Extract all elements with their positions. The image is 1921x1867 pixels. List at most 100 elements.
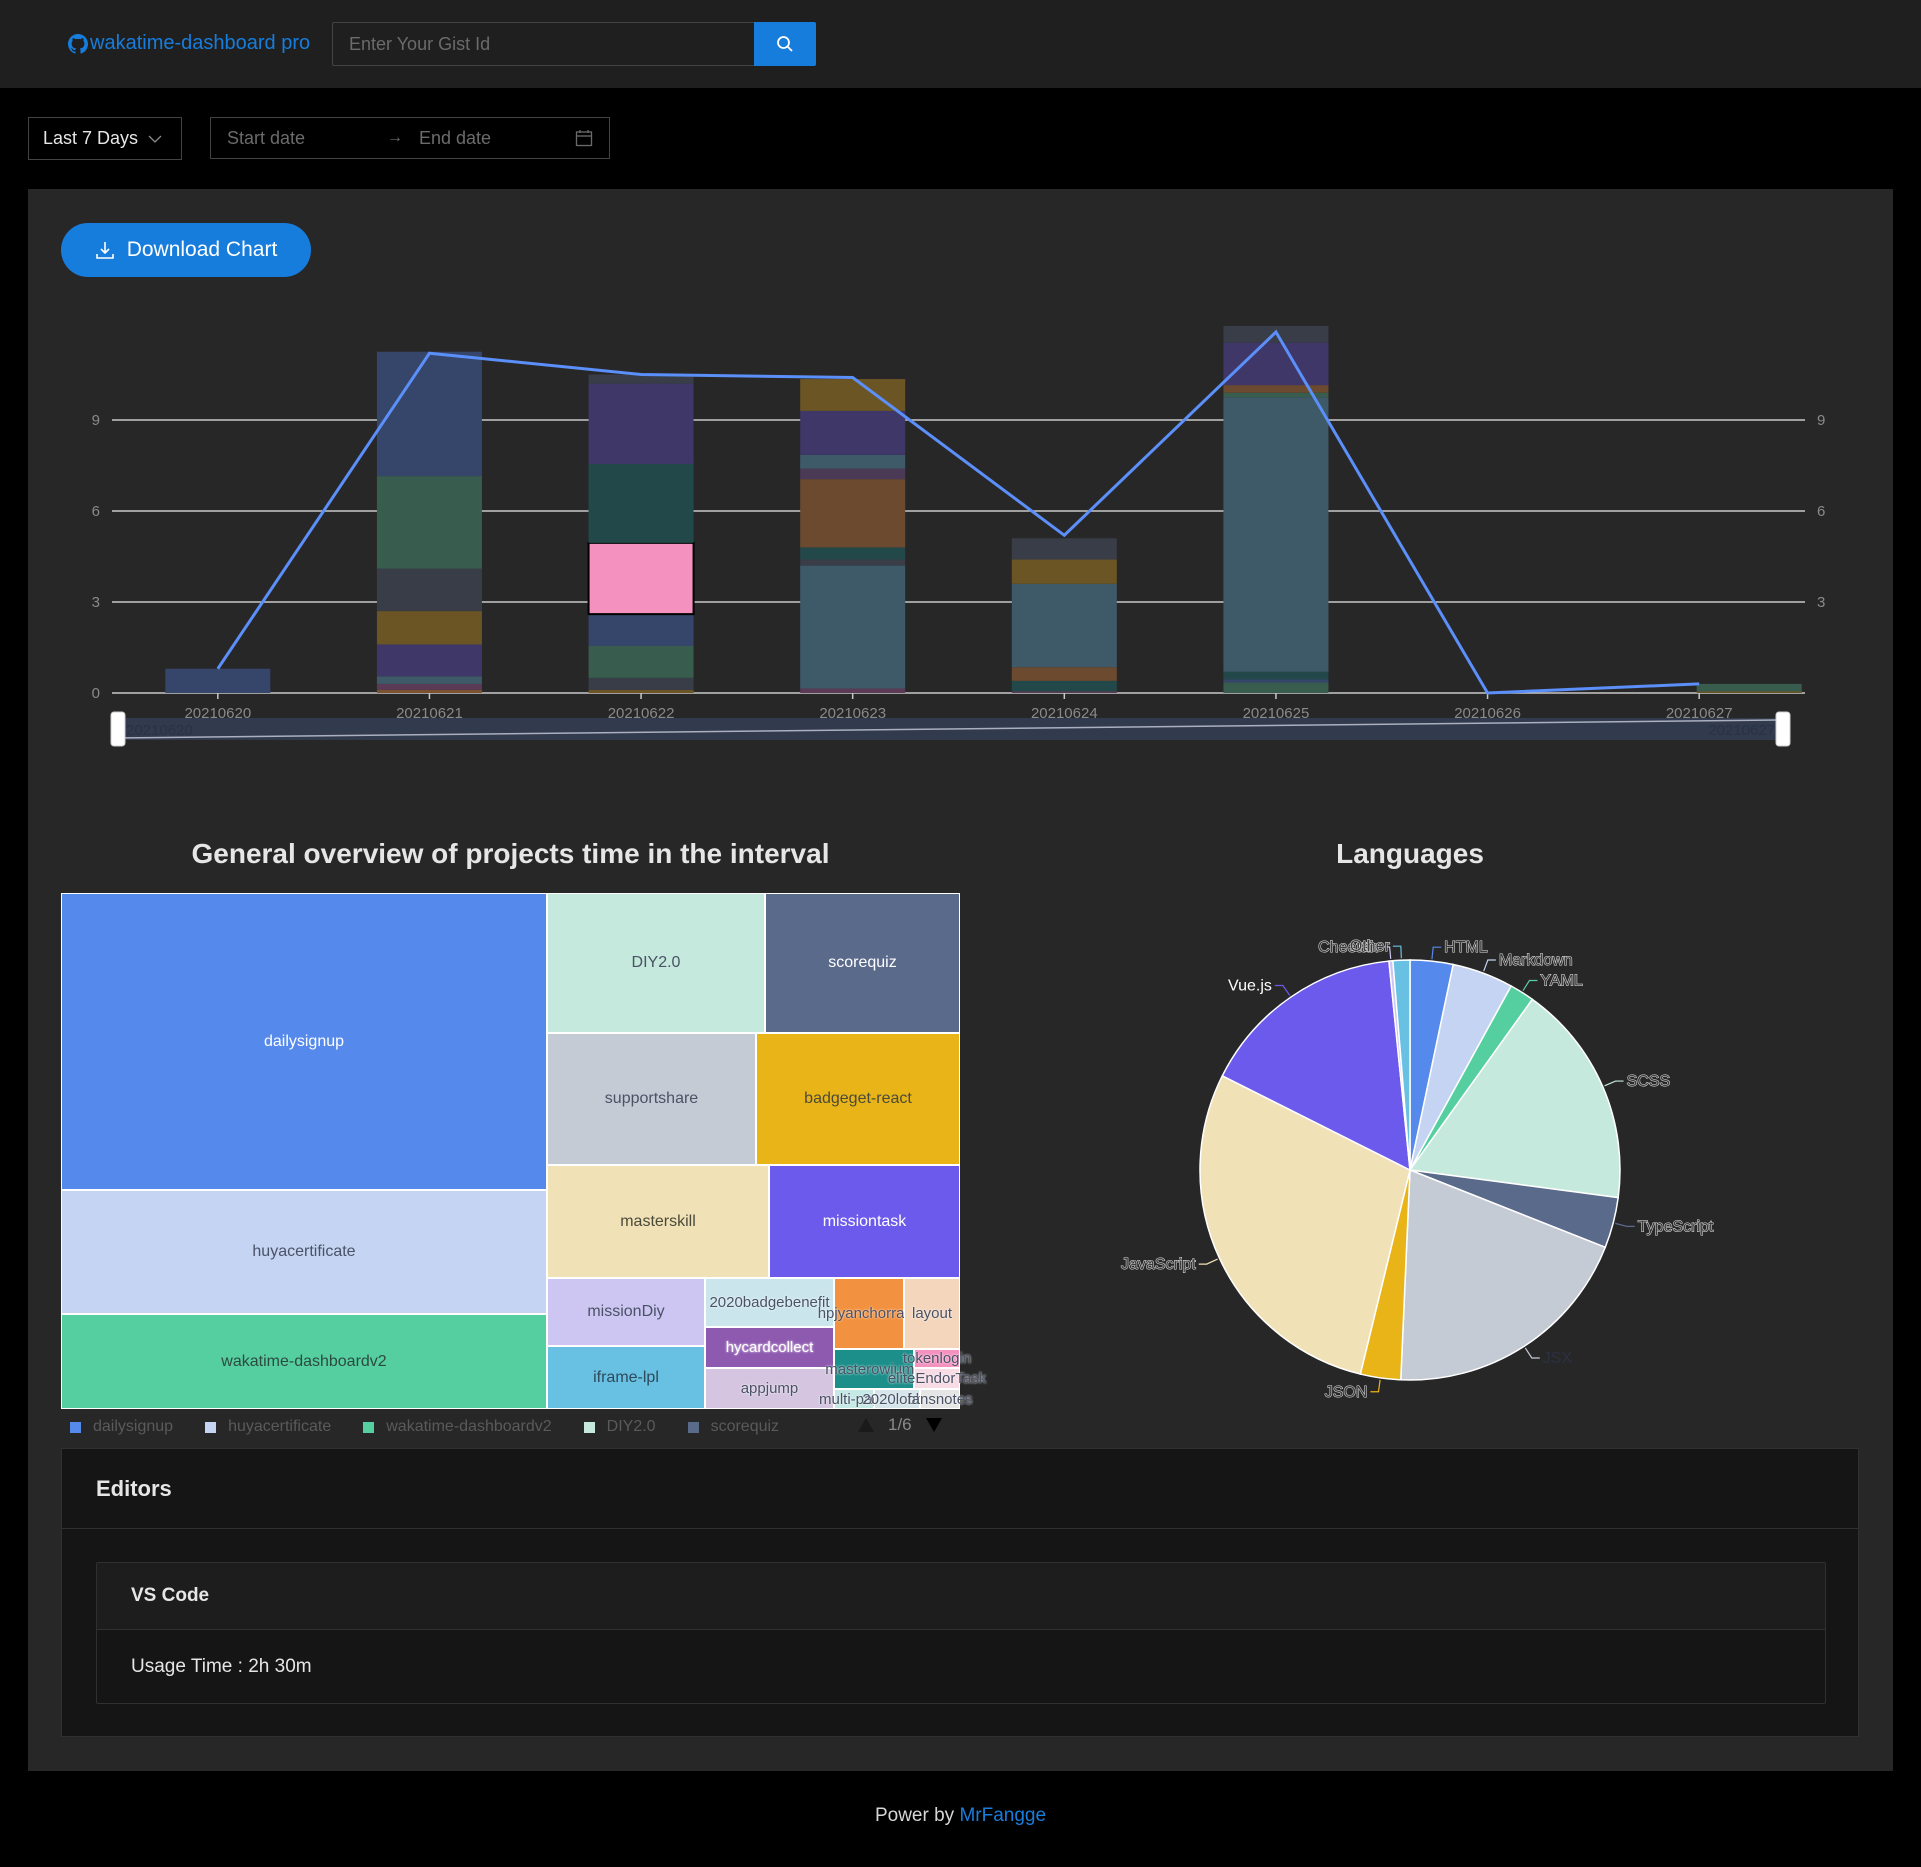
download-chart-label: Download Chart xyxy=(126,238,278,261)
bar-segment[interactable] xyxy=(1223,671,1329,680)
treemap-cell-label: huyacertificate xyxy=(252,1243,356,1260)
bar-segment[interactable] xyxy=(588,383,694,464)
bar-segment[interactable] xyxy=(1011,691,1117,693)
bar-segment[interactable] xyxy=(1011,680,1117,692)
bar-segment[interactable] xyxy=(800,565,906,689)
treemap-cell[interactable]: fansnotes xyxy=(907,1389,973,1409)
bar-segment[interactable] xyxy=(1223,679,1329,683)
legend-item[interactable]: wakatime-dashboardv2 xyxy=(363,1418,552,1436)
bar-segment[interactable] xyxy=(165,668,271,693)
treemap-cell-label: DIY2.0 xyxy=(631,954,681,971)
bar-segment[interactable] xyxy=(376,476,482,569)
legend-item[interactable]: dailysignup xyxy=(70,1418,173,1436)
download-icon xyxy=(95,242,114,259)
pie-label: Other xyxy=(1350,938,1391,955)
legend-item[interactable]: huyacertificate xyxy=(205,1418,331,1436)
bar-segment[interactable] xyxy=(376,568,482,612)
bar-segment[interactable] xyxy=(376,611,482,645)
bar-segment[interactable] xyxy=(1011,667,1117,681)
editors-title: Editors xyxy=(62,1449,1858,1529)
editor-item: VS Code Usage Time : 2h 30m xyxy=(96,1562,1826,1704)
treemap-title: General overview of projects time in the… xyxy=(191,838,830,869)
treemap-cell-label: scorequiz xyxy=(828,954,897,971)
page-down-icon[interactable] xyxy=(925,1418,942,1432)
treemap-cell[interactable]: iframe-lpl xyxy=(547,1346,705,1409)
pie-label: Markdown xyxy=(1499,952,1573,969)
bar-segment[interactable] xyxy=(376,644,482,677)
search-icon xyxy=(777,36,793,52)
legend-label: wakatime-dashboardv2 xyxy=(386,1418,552,1435)
editor-name: VS Code xyxy=(97,1563,1825,1630)
bar-segment[interactable] xyxy=(1011,559,1117,584)
legend-item[interactable]: scorequiz xyxy=(687,1418,779,1436)
bar-segment[interactable] xyxy=(588,614,694,646)
bar-segment[interactable] xyxy=(800,479,906,548)
bar-segment[interactable] xyxy=(1223,385,1329,393)
author-link[interactable]: MrFangge xyxy=(959,1805,1046,1826)
start-date-input[interactable]: Start date xyxy=(227,128,387,149)
bar-segment[interactable] xyxy=(1011,538,1117,560)
pie-label: JavaScript xyxy=(1121,1256,1196,1273)
bar-segment[interactable] xyxy=(376,351,482,477)
bar-segment[interactable] xyxy=(1223,342,1329,386)
treemap-cell[interactable]: 2020badgebenefit xyxy=(705,1278,834,1327)
bar-segment[interactable] xyxy=(800,468,906,480)
bar-segment[interactable] xyxy=(1696,691,1802,693)
languages-pie-chart: HTML Markdown YAML SCSS TypeScript JSX JSON Jav… xyxy=(1121,938,1715,1402)
legend-label: DIY2.0 xyxy=(606,1418,656,1435)
treemap-cell[interactable]: eliteEndorTask xyxy=(888,1368,986,1389)
editors-card: Editors VS Code Usage Time : 2h 30m xyxy=(61,1448,1859,1737)
bar-segment[interactable] xyxy=(800,410,906,455)
bar-segment[interactable] xyxy=(588,645,694,678)
treemap-cell[interactable]: supportshare xyxy=(547,1033,756,1165)
treemap-cell[interactable]: appjump xyxy=(705,1368,834,1409)
end-date-input[interactable]: End date xyxy=(419,128,575,149)
treemap-cell[interactable]: masterskill xyxy=(547,1165,769,1278)
treemap-cell[interactable]: missiontask xyxy=(769,1165,960,1278)
treemap-cell[interactable]: tokenlogin xyxy=(903,1349,971,1368)
treemap-cell[interactable]: layout xyxy=(904,1278,960,1349)
brand-link[interactable]: wakatime-dashboard pro xyxy=(68,32,310,55)
treemap-cell[interactable]: huyacertificate xyxy=(61,1190,547,1314)
pie-label: HTML xyxy=(1444,939,1488,956)
treemap-cell[interactable]: badgeget-react xyxy=(756,1033,960,1165)
bar-segment[interactable] xyxy=(800,559,906,566)
bar-segment[interactable] xyxy=(1223,682,1329,693)
pie-label-line xyxy=(1370,1379,1381,1393)
bar-segment[interactable] xyxy=(588,689,694,693)
treemap-cell-label: iframe-lpl xyxy=(593,1368,659,1386)
legend-swatch xyxy=(363,1421,375,1433)
treemap-cell[interactable]: scorequiz xyxy=(765,893,960,1033)
range-select[interactable]: Last 7 Days xyxy=(28,117,182,160)
datazoom-right-handle[interactable] xyxy=(1775,711,1791,747)
legend-swatch xyxy=(687,1421,699,1433)
bar-segment[interactable] xyxy=(587,541,695,616)
treemap-cell-label: 2020badgebenefit xyxy=(709,1294,830,1311)
date-range-picker[interactable]: Start date → End date xyxy=(210,117,610,159)
bar-segment[interactable] xyxy=(1696,683,1802,692)
datazoom-left-handle[interactable] xyxy=(110,711,126,747)
legend-item[interactable]: DIY2.0 xyxy=(583,1418,656,1436)
bar-segment[interactable] xyxy=(376,683,482,690)
search-button[interactable] xyxy=(754,22,816,66)
treemap-cell-label: missionDiy xyxy=(587,1303,665,1320)
bar-segment[interactable] xyxy=(1223,397,1329,672)
treemap-cell[interactable]: missionDiy xyxy=(547,1278,705,1346)
bar-segment[interactable] xyxy=(376,676,482,684)
pie-label-line xyxy=(1431,946,1442,960)
bar-segment[interactable] xyxy=(588,463,694,543)
bar-segment[interactable] xyxy=(800,547,906,560)
treemap-cell[interactable]: hpjyanchorrank xyxy=(818,1278,920,1349)
treemap-cell[interactable]: dailysignup xyxy=(61,893,547,1190)
bar-segment[interactable] xyxy=(1011,583,1117,668)
bar-segment[interactable] xyxy=(376,689,482,693)
page-up-icon[interactable] xyxy=(858,1418,874,1432)
treemap-cell[interactable]: DIY2.0 xyxy=(547,893,765,1033)
bar-segment[interactable] xyxy=(588,677,694,690)
bar-segment[interactable] xyxy=(800,454,906,469)
treemap-cell[interactable]: wakatime-dashboardv2 xyxy=(61,1314,547,1409)
treemap-cell[interactable]: hycardcollect xyxy=(705,1327,834,1368)
gist-id-input[interactable] xyxy=(332,22,754,66)
download-chart-button[interactable]: Download Chart xyxy=(61,223,311,277)
bar-segment[interactable] xyxy=(800,688,906,693)
